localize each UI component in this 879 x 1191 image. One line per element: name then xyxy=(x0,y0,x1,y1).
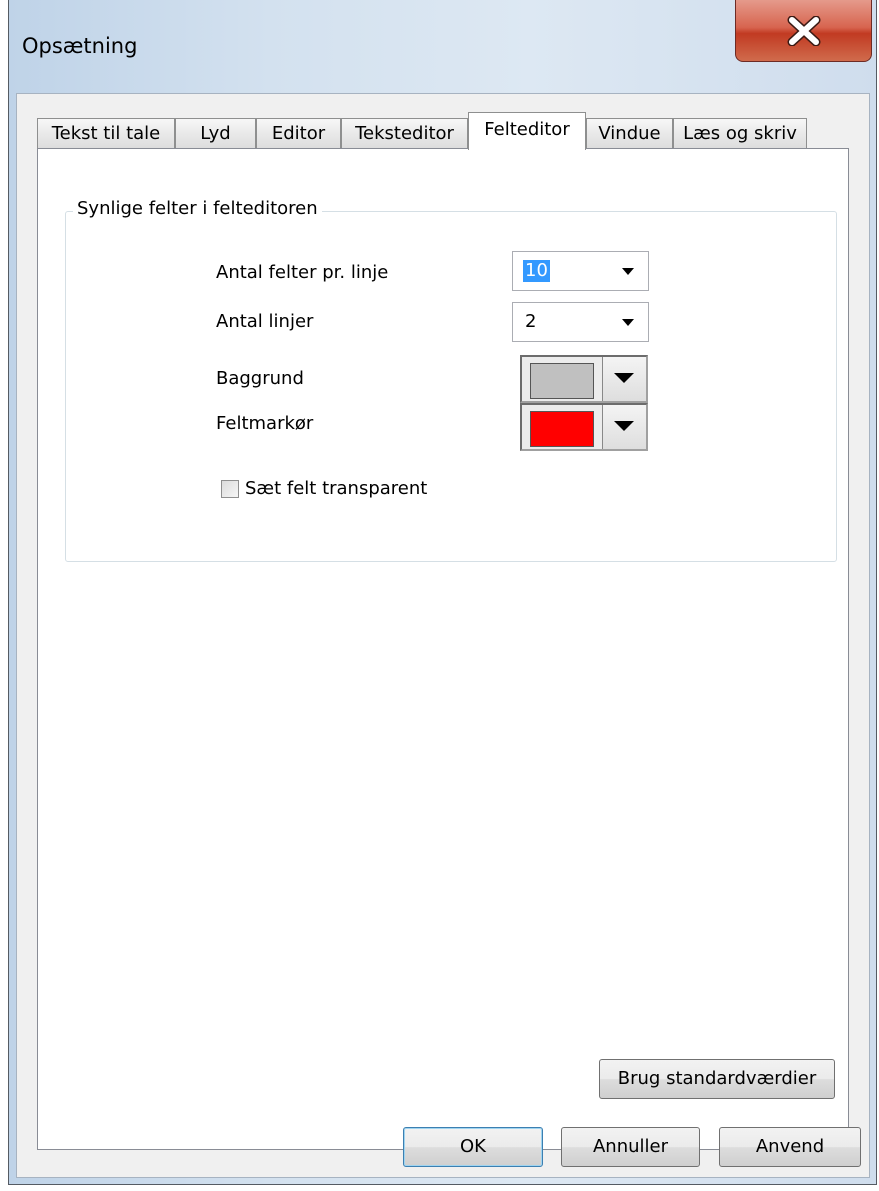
background-color-dropdown-button[interactable] xyxy=(602,357,646,401)
chevron-down-icon xyxy=(614,373,634,383)
use-defaults-button[interactable]: Brug standardværdier xyxy=(599,1059,835,1099)
fields-per-line-dropdown[interactable]: 10 xyxy=(512,251,649,291)
visible-fields-groupbox xyxy=(65,211,837,562)
tab-editor[interactable]: Editor xyxy=(256,118,341,149)
lines-value: 2 xyxy=(525,311,537,332)
field-marker-label: Feltmarkør xyxy=(216,413,314,434)
fields-per-line-value: 10 xyxy=(523,260,550,282)
background-color-swatch xyxy=(530,363,594,399)
close-button[interactable] xyxy=(735,0,872,62)
field-marker-color-swatch xyxy=(530,411,594,447)
field-marker-color-picker[interactable] xyxy=(520,403,648,451)
chevron-down-icon xyxy=(614,421,634,431)
transparent-checkbox[interactable] xyxy=(221,480,239,498)
background-color-picker[interactable] xyxy=(520,355,648,403)
lines-dropdown[interactable]: 2 xyxy=(512,302,649,342)
window-title: Opsætning xyxy=(22,34,138,58)
ok-button[interactable]: OK xyxy=(403,1127,543,1167)
transparent-checkbox-label[interactable]: Sæt felt transparent xyxy=(245,478,427,499)
chevron-down-icon xyxy=(622,268,634,275)
tab-vindue[interactable]: Vindue xyxy=(586,118,673,149)
dialog-client-area: Tekst til tale Lyd Editor Teksteditor Fe… xyxy=(16,93,870,1178)
tab-laes-og-skriv[interactable]: Læs og skriv xyxy=(673,118,807,149)
field-marker-color-dropdown-button[interactable] xyxy=(602,405,646,449)
tab-lyd[interactable]: Lyd xyxy=(175,118,256,149)
lines-label: Antal linjer xyxy=(216,311,314,332)
fields-per-line-label: Antal felter pr. linje xyxy=(216,262,389,283)
chevron-down-icon xyxy=(622,319,634,326)
tab-teksteditor[interactable]: Teksteditor xyxy=(341,118,468,149)
apply-button[interactable]: Anvend xyxy=(719,1127,861,1167)
tab-panel-felteditor: Synlige felter i felteditoren Antal felt… xyxy=(37,148,849,1150)
title-bar[interactable]: Opsætning xyxy=(8,0,877,90)
groupbox-title: Synlige felter i felteditoren xyxy=(73,198,322,219)
background-label: Baggrund xyxy=(216,368,304,389)
close-x-icon xyxy=(787,15,820,46)
tab-felteditor[interactable]: Felteditor xyxy=(468,112,586,150)
cancel-button[interactable]: Annuller xyxy=(561,1127,700,1167)
tab-tekst-til-tale[interactable]: Tekst til tale xyxy=(37,118,175,149)
tab-strip: Tekst til tale Lyd Editor Teksteditor Fe… xyxy=(37,112,857,150)
